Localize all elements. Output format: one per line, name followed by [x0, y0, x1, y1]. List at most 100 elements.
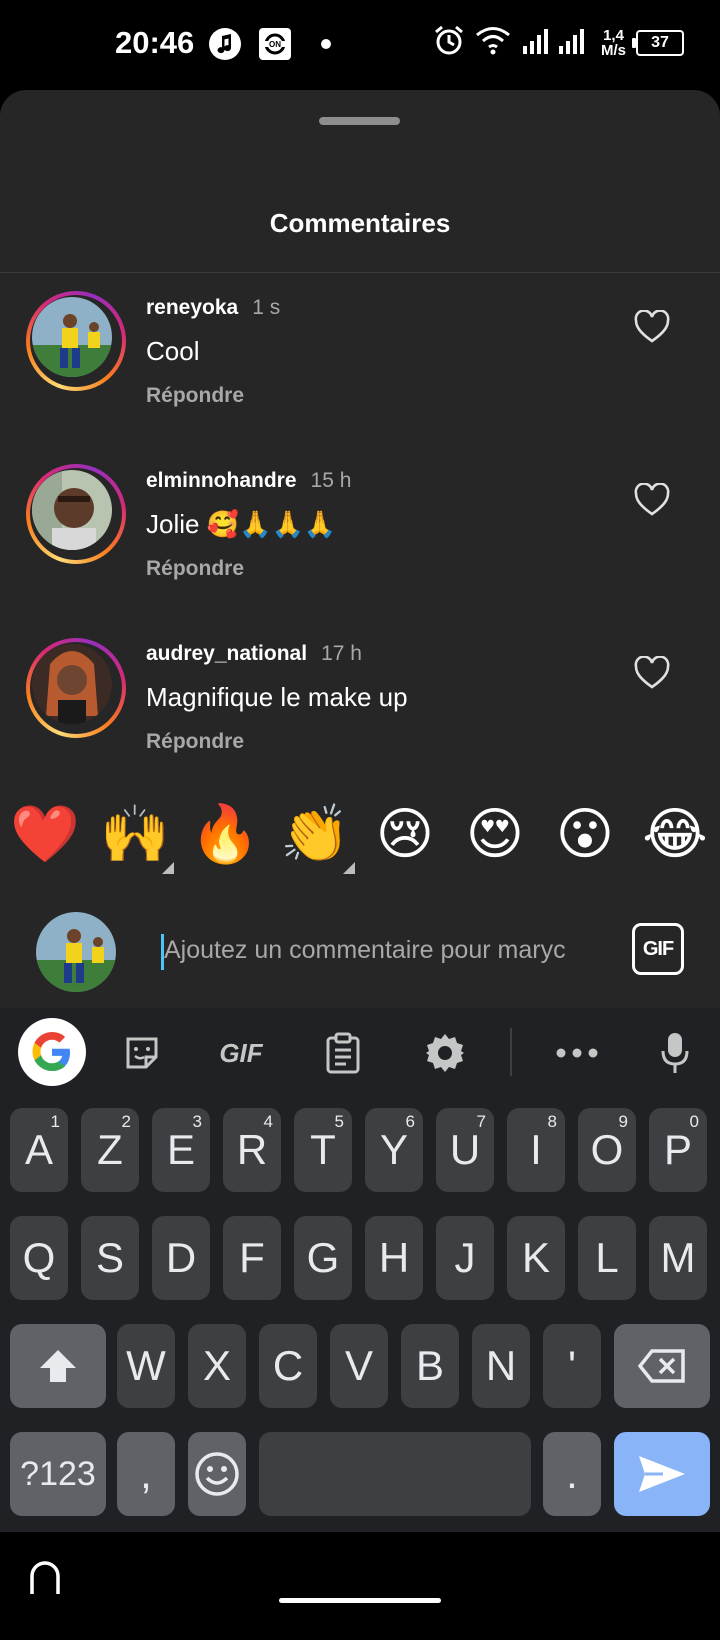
google-icon[interactable] — [18, 1018, 86, 1086]
keyboard-toolbar: GIF — [0, 1008, 720, 1094]
more-options-icon[interactable] — [552, 1028, 602, 1078]
my-avatar — [36, 912, 116, 992]
divider — [0, 272, 720, 273]
key-m[interactable]: M — [649, 1216, 707, 1300]
comment-username[interactable]: reneyoka 1 s — [146, 296, 280, 320]
gif-button[interactable]: GIF — [632, 923, 684, 975]
signal-icon — [521, 26, 591, 59]
key-p[interactable]: P0 — [649, 1108, 707, 1192]
backspace-icon — [638, 1349, 685, 1383]
comment-time: 1 s — [252, 296, 281, 319]
clipboard-icon[interactable] — [318, 1028, 368, 1078]
comment-time: 15 h — [310, 469, 352, 492]
key-apostrophe[interactable]: ' — [543, 1324, 601, 1408]
skin-tone-indicator — [162, 862, 174, 874]
comma-key[interactable]: , — [117, 1432, 175, 1516]
comment-input[interactable]: Ajoutez un commentaire pour maryc — [164, 936, 594, 965]
key-r[interactable]: R4 — [223, 1108, 281, 1192]
key-z[interactable]: Z2 — [81, 1108, 139, 1192]
comment-username[interactable]: audrey_national 17 h — [146, 642, 362, 666]
quick-emoji-bar: ❤️ 🙌 🔥 👏 😢 😍 😮 😂 — [0, 798, 720, 874]
story-ring[interactable] — [26, 464, 126, 564]
like-heart-icon[interactable] — [634, 310, 670, 344]
space-key[interactable] — [259, 1432, 531, 1516]
shift-key[interactable] — [10, 1324, 106, 1408]
emoji-raising-hands-button[interactable]: 🙌 — [99, 798, 171, 870]
shift-arrow-icon — [40, 1350, 76, 1382]
key-o[interactable]: O9 — [578, 1108, 636, 1192]
key-f[interactable]: F — [223, 1216, 281, 1300]
story-ring[interactable] — [26, 638, 126, 738]
skin-tone-indicator — [343, 862, 355, 874]
status-time: 20:46 — [115, 25, 195, 60]
emoji-clap-button[interactable]: 👏 — [279, 798, 351, 870]
reply-button[interactable]: Répondre — [146, 730, 244, 754]
emoji-laughing-button[interactable]: 😂 — [639, 798, 711, 870]
keyboard: GIF A1 Z2 E3 R4 T5 Y6 U7 I8 O9 P0 Q S D … — [0, 1008, 720, 1532]
key-a[interactable]: A1 — [10, 1108, 68, 1192]
key-s[interactable]: S — [81, 1216, 139, 1300]
like-heart-icon[interactable] — [634, 656, 670, 690]
key-q[interactable]: Q — [10, 1216, 68, 1300]
reply-button[interactable]: Répondre — [146, 557, 244, 581]
key-c[interactable]: C — [259, 1324, 317, 1408]
avatar[interactable] — [32, 470, 112, 550]
key-l[interactable]: L — [578, 1216, 636, 1300]
emoji-fire-button[interactable]: 🔥 — [189, 798, 261, 870]
key-u[interactable]: U7 — [436, 1108, 494, 1192]
keyboard-hide-icon[interactable] — [28, 1560, 62, 1596]
sticker-icon[interactable] — [117, 1028, 167, 1078]
smiley-icon — [195, 1452, 239, 1496]
key-x[interactable]: X — [188, 1324, 246, 1408]
avatar[interactable] — [32, 644, 112, 724]
like-heart-icon[interactable] — [634, 483, 670, 517]
emoji-crying-button[interactable]: 😢 — [369, 798, 441, 870]
dot-icon — [318, 27, 334, 61]
period-key[interactable]: . — [543, 1432, 601, 1516]
comment-item: audrey_national 17 h Magnifique le make u… — [0, 626, 720, 776]
keyboard-gif-button[interactable]: GIF — [206, 1028, 276, 1078]
emoji-surprised-button[interactable]: 😮 — [549, 798, 621, 870]
emoji-key[interactable] — [188, 1432, 246, 1516]
key-k[interactable]: K — [507, 1216, 565, 1300]
comment-item: reneyoka 1 s Cool Répondre — [0, 280, 720, 430]
key-v[interactable]: V — [330, 1324, 388, 1408]
comment-item: elminnohandre 15 h Jolie 🥰🙏🙏🙏 Répondre — [0, 453, 720, 603]
music-icon — [208, 27, 242, 61]
story-ring[interactable] — [26, 291, 126, 391]
symbols-key[interactable]: ?123 — [10, 1432, 106, 1516]
key-j[interactable]: J — [436, 1216, 494, 1300]
key-i[interactable]: I8 — [507, 1108, 565, 1192]
backspace-key[interactable] — [614, 1324, 710, 1408]
key-y[interactable]: Y6 — [365, 1108, 423, 1192]
avatar[interactable] — [32, 297, 112, 377]
comment-text: Cool — [146, 336, 200, 366]
settings-gear-icon[interactable] — [420, 1028, 470, 1078]
emoji-heart-eyes-button[interactable]: 😍 — [459, 798, 531, 870]
key-n[interactable]: N — [472, 1324, 530, 1408]
key-e[interactable]: E3 — [152, 1108, 210, 1192]
toolbar-divider — [510, 1028, 512, 1076]
key-b[interactable]: B — [401, 1324, 459, 1408]
microphone-icon[interactable] — [650, 1028, 700, 1078]
comment-time: 17 h — [321, 642, 362, 665]
status-bar: 20:46 ON 1,4 M/s 37 — [0, 0, 720, 90]
key-t[interactable]: T5 — [294, 1108, 352, 1192]
key-w[interactable]: W — [117, 1324, 175, 1408]
notification-app-icon: ON — [258, 27, 292, 61]
emoji-heart-button[interactable]: ❤️ — [9, 798, 81, 870]
key-d[interactable]: D — [152, 1216, 210, 1300]
comment-text: Jolie 🥰🙏🙏🙏 — [146, 509, 337, 539]
comment-input-row: Ajoutez un commentaire pour maryc GIF — [0, 900, 720, 1005]
battery-indicator: 37 — [632, 29, 684, 56]
key-h[interactable]: H — [365, 1216, 423, 1300]
reply-button[interactable]: Répondre — [146, 384, 244, 408]
key-g[interactable]: G — [294, 1216, 352, 1300]
drag-handle[interactable] — [319, 117, 400, 125]
home-gesture-bar[interactable] — [279, 1598, 441, 1603]
network-speed: 1,4 M/s — [600, 26, 626, 59]
send-key[interactable] — [614, 1432, 710, 1516]
alarm-icon — [433, 24, 465, 61]
send-icon — [639, 1456, 685, 1492]
comment-username[interactable]: elminnohandre 15 h — [146, 469, 351, 493]
